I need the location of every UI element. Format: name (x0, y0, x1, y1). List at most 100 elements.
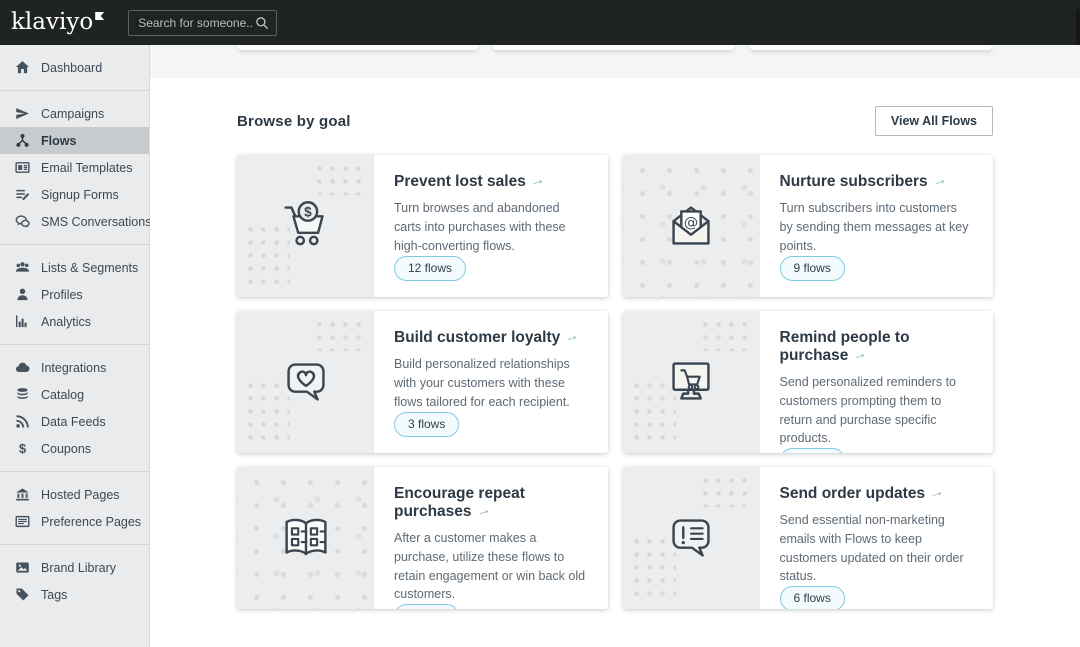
dot-pattern (698, 318, 751, 351)
arrow-right-icon: → (561, 326, 582, 347)
search-input[interactable] (136, 14, 256, 31)
sidebar-item-campaigns[interactable]: Campaigns (0, 100, 149, 127)
sidebar-item-dashboard[interactable]: Dashboard (0, 54, 149, 81)
klaviyo-flag-icon (95, 12, 105, 20)
sidebar-item-data-feeds[interactable]: Data Feeds (0, 408, 149, 435)
image-icon (15, 560, 30, 575)
sidebar-divider (0, 90, 149, 91)
arrow-right-icon: → (926, 482, 946, 503)
flow-count-badge: 6 flows (779, 586, 845, 609)
sidebar-item-label: Signup Forms (41, 187, 119, 202)
arrow-right-icon: → (527, 170, 547, 191)
search-icon[interactable] (255, 16, 269, 30)
card-title: Nurture subscribers → (779, 170, 949, 191)
main-content: Browse by goal View All Flows $ Prevent … (150, 45, 1080, 647)
card-content: Nurture subscribers → Turn subscribers in… (760, 155, 994, 297)
svg-text:$: $ (304, 204, 312, 219)
flow-count-badge: 5 flows (394, 604, 460, 609)
sidebar-item-label: Data Feeds (41, 414, 106, 429)
card-icon-panel (237, 311, 374, 453)
sidebar-item-label: SMS Conversations (41, 214, 152, 229)
database-icon (15, 387, 30, 402)
sidebar-item-sms-conversations[interactable]: SMS Conversations (0, 208, 152, 235)
svg-text:@: @ (684, 215, 699, 231)
goal-card-remind-people-to-purchase[interactable]: Remind people to purchase → Send personal… (622, 311, 994, 453)
view-all-flows-button[interactable]: View All Flows (874, 106, 993, 136)
sidebar-item-label: Coupons (41, 441, 92, 456)
card-title-text: Build customer loyalty (394, 329, 561, 346)
card-title-text: Nurture subscribers (779, 173, 928, 190)
goal-card-nurture-subscribers[interactable]: @ Nurture subscribers → Turn subscribers … (622, 155, 994, 297)
card-icon-panel (237, 467, 374, 609)
sidebar-item-label: Hosted Pages (41, 487, 120, 502)
sidebar-item-hosted-pages[interactable]: Hosted Pages (0, 481, 149, 508)
dot-pattern (698, 474, 751, 507)
card-icon-panel: $ (237, 155, 374, 297)
tag-icon (15, 587, 30, 602)
card-title: Remind people to purchase → (780, 329, 974, 365)
sidebar-item-label: Dashboard (41, 60, 103, 75)
search-box[interactable] (128, 9, 278, 36)
sidebar-item-label: Tags (41, 587, 68, 602)
card-title: Send order updates → (779, 482, 946, 503)
goal-card-encourage-repeat-purchases[interactable]: Encourage repeat purchases → After a cust… (237, 467, 608, 609)
bank-icon (15, 487, 30, 502)
sidebar-item-brand-library[interactable]: Brand Library (0, 554, 149, 581)
dot-pattern (313, 162, 365, 195)
sidebar-item-tags[interactable]: Tags (0, 581, 149, 608)
card-content: Remind people to purchase → Send personal… (760, 311, 994, 453)
arrow-right-icon: → (850, 344, 870, 365)
goal-card-prevent-lost-sales[interactable]: $ Prevent lost sales → Turn browses and a… (237, 155, 608, 297)
card-title-text: Remind people to purchase (779, 329, 910, 364)
card-title: Encourage repeat purchases → (394, 485, 588, 521)
heart-bubble-icon (286, 363, 325, 401)
card-icon-panel (622, 311, 760, 453)
logo-text: klaviyo (11, 9, 94, 35)
flow-count-badge: 9 flows (779, 256, 845, 281)
sidebar-item-profiles[interactable]: Profiles (0, 281, 149, 308)
sidebar-item-integrations[interactable]: Integrations (0, 354, 149, 381)
card-content: Encourage repeat purchases → After a cust… (374, 467, 608, 609)
card-content: Prevent lost sales → Turn browses and aba… (374, 155, 608, 297)
bar-chart-icon (15, 314, 30, 329)
sidebar-item-preference-pages[interactable]: Preference Pages (0, 508, 149, 535)
goal-card-build-customer-loyalty[interactable]: Build customer loyalty → Build personaliz… (237, 311, 608, 453)
sidebar-item-flows[interactable]: Flows (0, 127, 149, 154)
paper-plane-icon (15, 106, 30, 121)
card-icon-panel: @ (622, 155, 760, 297)
partial-card (238, 45, 478, 50)
card-title-text: Send order updates (779, 485, 926, 502)
card-content: Send order updates → Send essential non-m… (760, 467, 994, 609)
sidebar-divider (0, 344, 149, 345)
section-header: Browse by goal View All Flows (237, 106, 993, 136)
partial-card (493, 45, 734, 50)
sidebar-item-label: Lists & Segments (41, 260, 139, 275)
previous-section-remnant (150, 45, 1080, 78)
card-icon-panel (622, 467, 760, 609)
sidebar-item-email-templates[interactable]: Email Templates (0, 154, 149, 181)
sidebar-item-label: Campaigns (41, 106, 105, 121)
page-scrollbar[interactable] (1076, 9, 1080, 45)
open-book-icon (284, 518, 327, 556)
sidebar-item-coupons[interactable]: $ Coupons (0, 435, 149, 462)
cloud-icon (15, 360, 30, 375)
flow-count-badge: 3 flows (394, 412, 460, 437)
sidebar-item-label: Profiles (41, 287, 83, 302)
svg-text:$: $ (19, 441, 27, 456)
sidebar-item-signup-forms[interactable]: Signup Forms (0, 181, 149, 208)
goal-cards-grid: $ Prevent lost sales → Turn browses and a… (237, 155, 993, 609)
sidebar-item-label: Analytics (41, 314, 92, 329)
partial-card (750, 45, 992, 50)
card-title: Build customer loyalty → (394, 326, 582, 347)
flows-icon (15, 133, 30, 148)
exclaim-bubble-icon (672, 519, 710, 557)
sidebar-item-catalog[interactable]: Catalog (0, 381, 149, 408)
cart-dollar-icon: $ (283, 201, 324, 246)
goal-card-send-order-updates[interactable]: Send order updates → Send essential non-m… (622, 467, 994, 609)
monitor-cart-icon (672, 362, 710, 400)
klaviyo-logo[interactable]: klaviyo (11, 9, 105, 35)
sidebar-item-lists-segments[interactable]: Lists & Segments (0, 254, 149, 281)
sidebar-item-analytics[interactable]: Analytics (0, 308, 149, 335)
dot-pattern (313, 318, 365, 351)
arrow-right-icon: → (473, 500, 493, 521)
